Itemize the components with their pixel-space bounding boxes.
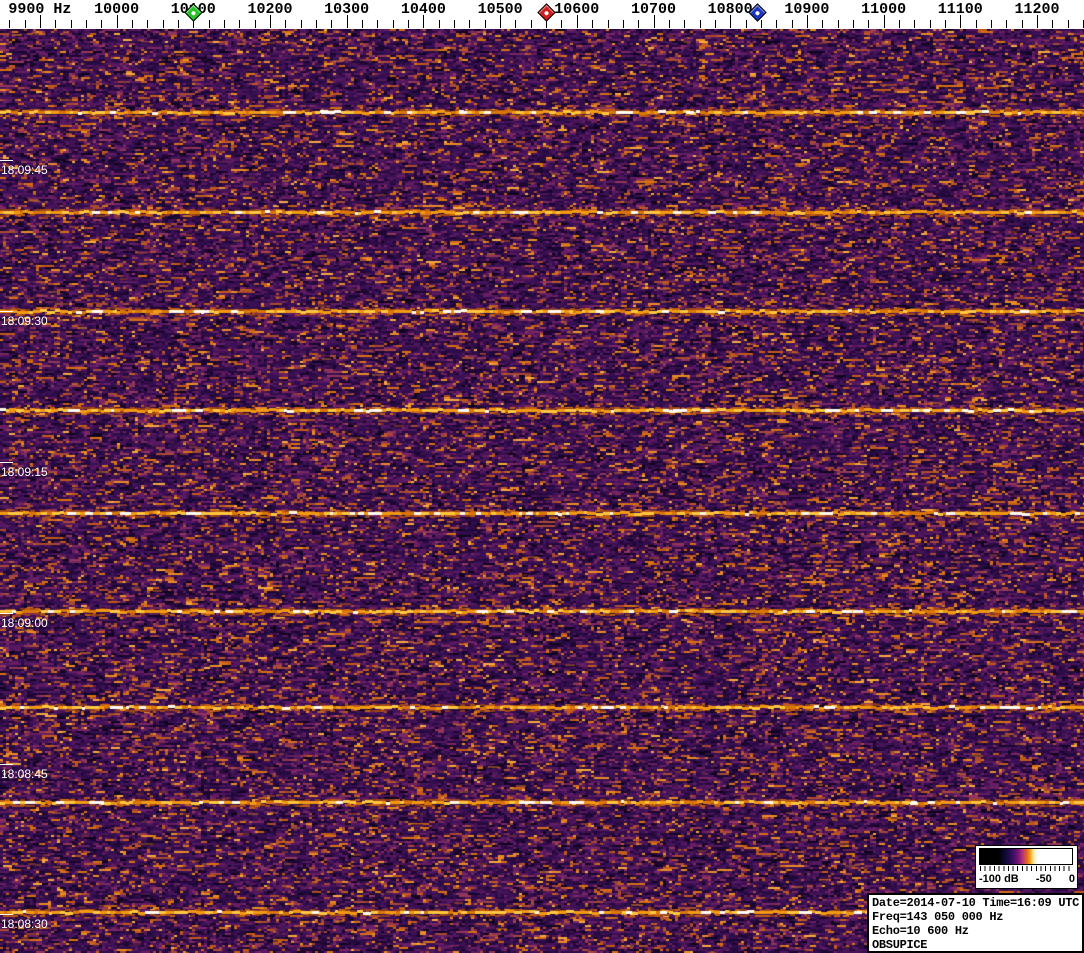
ruler-minor-tick [70,20,72,28]
ruler-minor-tick [515,20,517,28]
ruler-minor-tick [592,20,594,28]
ruler-minor-tick [837,20,839,28]
ruler-minor-tick [285,20,287,28]
spectrogram-canvas[interactable] [0,29,1084,953]
ruler-minor-tick [300,20,302,28]
ruler-minor-tick [147,20,149,28]
time-label: 18:09:00 [1,616,48,630]
ruler-label: 10500 [477,1,523,18]
ruler-minor-tick [9,20,11,28]
ruler-label: 10400 [400,1,446,18]
time-label: 18:09:15 [1,465,48,479]
colorbar-labels: -100 dB -50 0 [979,872,1075,886]
time-label: 18:09:30 [1,314,48,328]
time-tick [0,311,13,312]
ruler-label: 10900 [784,1,830,18]
ruler-minor-tick [638,20,640,28]
time-tick [0,160,13,161]
colorbar-label-min: -100 dB [979,873,1019,885]
ruler-minor-tick [975,20,977,28]
info-box: Date=2014-07-10 Time=16:09 UTC Freq=143 … [867,893,1084,953]
ruler-minor-tick [668,20,670,28]
ruler-minor-tick [822,20,824,28]
ruler-minor-tick [162,20,164,28]
colorbar-ticks [980,866,1073,871]
info-line-echo: Echo=10 600 Hz [872,924,969,938]
colorbar-label-max: 0 [1068,873,1075,885]
ruler-minor-tick [408,20,409,28]
ruler-label: 10200 [247,1,293,18]
ruler-label: 11100 [937,1,983,18]
ruler-minor-tick [944,20,946,28]
ruler-minor-tick [208,20,210,28]
ruler-minor-tick [392,20,394,28]
ruler-label: 9900 Hz [8,1,72,18]
ruler-minor-tick [776,20,778,28]
ruler-minor-tick [561,20,563,28]
ruler-minor-tick [607,20,609,28]
ruler-label: 10300 [324,1,370,18]
ruler-label: 10000 [94,1,140,18]
ruler-minor-tick [1052,20,1054,28]
ruler-minor-tick [131,20,133,28]
ruler-label: 10700 [630,1,677,18]
colorbar-gradient [979,848,1073,865]
ruler-minor-tick [484,20,486,28]
ruler-minor-tick [24,20,26,28]
ruler-minor-tick [438,20,440,28]
time-tick [0,613,13,614]
colorbar: -100 dB -50 0 [975,845,1078,889]
marker-red-diamond[interactable] [536,3,556,22]
ruler-minor-tick [1067,20,1069,28]
ruler-minor-tick [469,20,471,28]
ruler-minor-tick [852,20,854,28]
ruler-minor-tick [745,20,747,28]
ruler-label: 11000 [861,1,907,18]
ruler-minor-tick [177,20,179,28]
info-line-station: OBSUPICE [872,938,928,952]
ruler-minor-tick [1021,20,1023,28]
ruler-minor-tick [454,20,456,28]
ruler-minor-tick [331,20,333,28]
ruler-minor-tick [254,20,256,28]
ruler-minor-tick [362,20,363,28]
ruler-minor-tick [1006,20,1008,28]
colorbar-label-mid: -50 [1035,873,1052,885]
ruler-minor-tick [760,20,762,28]
ruler-minor-tick [914,20,916,28]
ruler-minor-tick [239,20,241,28]
info-line-frequency: Freq=143 050 000 Hz [872,910,1004,924]
info-line-datetime: Date=2014-07-10 Time=16:09 UTC [872,896,1079,910]
ruler-minor-tick [530,20,532,28]
time-label: 18:08:45 [1,767,48,781]
frequency-ruler: 9900 Hz100001010010200103001040010500106… [0,0,1084,29]
time-tick [0,462,13,463]
ruler-label: 11200 [1014,1,1060,18]
ruler-minor-tick [101,20,103,28]
ruler-minor-tick [868,20,870,28]
ruler-label: 10600 [554,1,600,18]
ruler-minor-tick [991,20,992,28]
ruler-minor-tick [714,20,716,28]
meteor-spectrogram-window: 9900 Hz100001010010200103001040010500106… [0,0,1084,953]
ruler-minor-tick [316,20,317,28]
ruler-minor-tick [622,20,624,28]
ruler-minor-tick [929,20,931,28]
ruler-minor-tick [791,20,793,28]
time-tick [0,914,13,915]
time-label: 18:09:45 [1,163,48,177]
ruler-label: 10800 [707,1,753,18]
ruler-minor-tick [85,20,87,28]
ruler-minor-tick [699,20,701,28]
time-label: 18:08:30 [1,917,48,931]
ruler-minor-tick [224,20,225,28]
ruler-minor-tick [55,20,57,28]
ruler-minor-tick [377,20,379,28]
ruler-minor-tick [898,20,900,28]
ruler-minor-tick [684,20,686,28]
time-tick [0,764,13,765]
